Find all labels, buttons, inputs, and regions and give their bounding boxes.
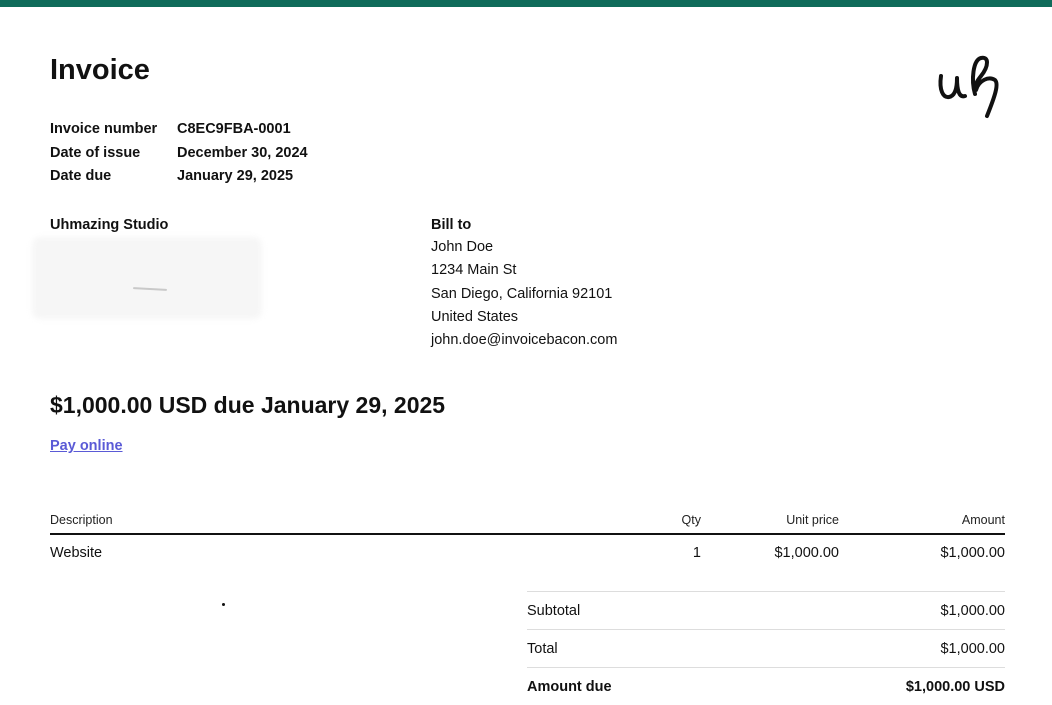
- total-value: $1,000.00: [940, 640, 1005, 657]
- from-name: Uhmazing Studio: [50, 217, 169, 233]
- meta-label: Date due: [50, 168, 112, 184]
- total-label: Total: [527, 640, 558, 657]
- item-unit-price: $1,000.00: [774, 545, 839, 561]
- bill-to-section: Bill to John Doe 1234 Main St San Diego,…: [431, 215, 617, 352]
- total-value: $1,000.00: [940, 602, 1005, 619]
- meta-value: January 29, 2025: [177, 168, 294, 184]
- table-row: Website 1 $1,000.00 $1,000.00: [50, 535, 1005, 571]
- invoice-title: Invoice: [50, 54, 150, 86]
- total-label: Amount due: [527, 678, 612, 695]
- item-description: Website: [50, 545, 103, 561]
- header-description: Description: [50, 512, 113, 527]
- header-unit-price: Unit price: [786, 512, 839, 527]
- total-label: Subtotal: [527, 602, 581, 619]
- from-section: Uhmazing Studio: [32, 215, 262, 319]
- amount-due-heading: $1,000.00 USD due January 29, 2025: [50, 392, 446, 418]
- bill-to-email: john.doe@invoicebacon.com: [431, 332, 618, 349]
- stray-dot: [222, 603, 225, 606]
- line-items-table: Description Qty Unit price Amount Websit…: [50, 506, 1005, 571]
- meta-row-invoice-number: Invoice number C8EC9FBA-0001: [50, 118, 308, 142]
- amount-due-row: Amount due $1,000.00 USD: [527, 667, 1005, 705]
- subtotal-row: Subtotal $1,000.00: [527, 591, 1005, 629]
- bill-to-line: 1234 Main St: [431, 262, 517, 279]
- invoice-meta: Invoice number C8EC9FBA-0001 Date of iss…: [50, 118, 308, 189]
- meta-label: Invoice number: [50, 121, 158, 137]
- header-qty: Qty: [681, 512, 701, 527]
- meta-row-date-due: Date due January 29, 2025: [50, 165, 308, 189]
- bill-to-title: Bill to: [431, 217, 472, 233]
- redacted-address-block: [32, 237, 262, 319]
- item-qty: 1: [692, 545, 701, 561]
- uh-signature-logo-icon: [938, 55, 999, 118]
- bill-to-line: San Diego, California 92101: [431, 285, 613, 302]
- meta-value: December 30, 2024: [177, 144, 308, 161]
- total-value: $1,000.00 USD: [905, 678, 1005, 695]
- item-amount: $1,000.00: [940, 545, 1005, 561]
- header-amount: Amount: [961, 512, 1005, 527]
- invoice-page: Invoice Invoice number C8EC9FBA-0001 Dat…: [0, 0, 1052, 700]
- total-row: Total $1,000.00: [527, 629, 1005, 667]
- bill-to-line: United States: [431, 308, 519, 325]
- meta-row-date-of-issue: Date of issue December 30, 2024: [50, 142, 308, 166]
- meta-label: Date of issue: [50, 144, 141, 161]
- table-header: Description Qty Unit price Amount: [50, 506, 1005, 535]
- meta-value: C8EC9FBA-0001: [177, 121, 291, 137]
- pay-online-link[interactable]: Pay online: [50, 438, 123, 454]
- bill-to-line: John Doe: [431, 239, 494, 255]
- totals-section: Subtotal $1,000.00 Total $1,000.00 Amoun…: [527, 591, 1005, 705]
